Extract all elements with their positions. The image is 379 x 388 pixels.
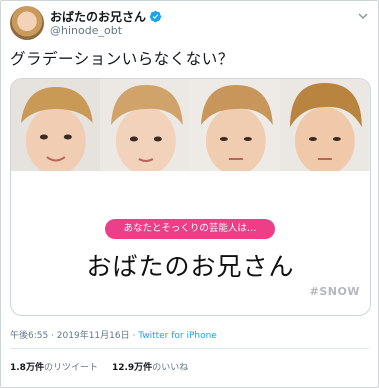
quiz-pill: あなたとそっくりの芸能人は… xyxy=(105,219,275,239)
tweet-stats: 1.8万件のリツイート 12.9万件のいいね xyxy=(10,360,188,373)
avatar[interactable] xyxy=(10,6,44,40)
snow-watermark: #SNOW xyxy=(309,285,360,298)
retweet-count: 1.8万件 xyxy=(10,363,44,373)
photo-strip xyxy=(11,79,370,171)
chevron-down-icon[interactable] xyxy=(357,10,369,22)
face-photo-3 xyxy=(190,79,281,171)
result-name: おばたのお兄さん xyxy=(86,252,295,281)
face-photo-2 xyxy=(100,79,191,171)
face-photo-4 xyxy=(280,79,370,171)
retweet-stat[interactable]: 1.8万件のリツイート xyxy=(10,360,98,373)
tweet-client[interactable]: Twitter for iPhone xyxy=(138,331,217,341)
face-photo-1 xyxy=(11,79,101,171)
divider xyxy=(10,348,369,349)
tweet-text: グラデーションいらなくない？ xyxy=(10,50,234,68)
author-name-row[interactable]: おばたのお兄さん xyxy=(50,8,162,25)
display-name[interactable]: おばたのお兄さん xyxy=(50,8,146,25)
media-card[interactable]: あなたとそっくりの芸能人は… おばたのお兄さん #SNOW xyxy=(10,78,371,316)
verified-badge-icon xyxy=(149,10,162,23)
tweet-timestamp[interactable]: 午後6:55 · 2019年11月16日 xyxy=(10,331,130,341)
like-count: 12.9万件 xyxy=(111,363,153,373)
retweet-label: のリツイート xyxy=(43,363,98,373)
like-label: のいいね xyxy=(152,363,189,373)
user-handle[interactable]: @hinode_obt xyxy=(50,24,122,37)
tweet-meta: 午後6:55 · 2019年11月16日 · Twitter for iPhon… xyxy=(10,328,217,341)
like-stat[interactable]: 12.9万件のいいね xyxy=(112,360,188,373)
meta-separator: · xyxy=(129,331,139,341)
